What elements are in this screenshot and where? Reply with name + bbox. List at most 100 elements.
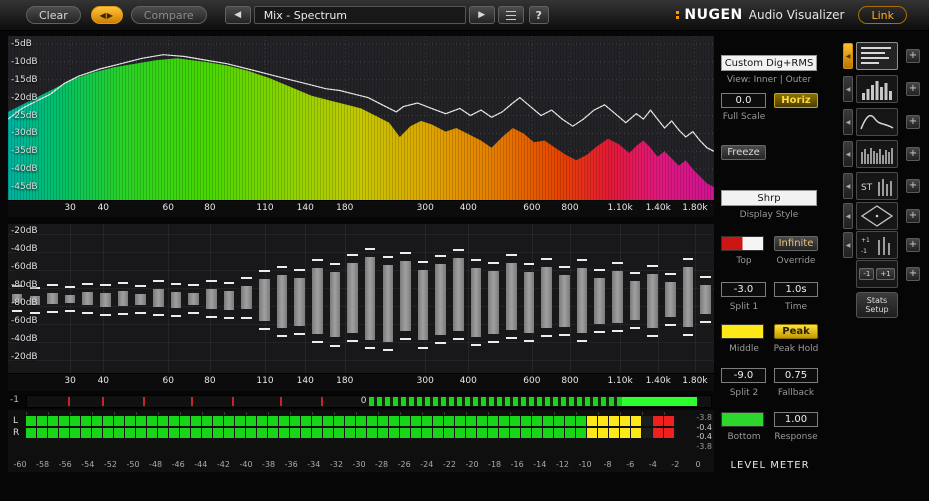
st-label: ST xyxy=(861,183,873,193)
link-button[interactable]: Link xyxy=(858,6,907,24)
range-min-dash xyxy=(82,312,94,315)
slot1-thumbnail-button[interactable] xyxy=(856,42,898,70)
slot4-add-button[interactable]: + xyxy=(906,147,920,161)
meter-block xyxy=(70,428,80,438)
meter-block xyxy=(213,428,223,438)
meter-block xyxy=(235,428,245,438)
histogram-display[interactable]: -20dB -40dB -60dB -80dB -80dB -60dB -40dB -20dB… xyxy=(8,224,714,391)
meter-block xyxy=(334,428,344,438)
freq-tick-label: 80 xyxy=(204,376,216,386)
compare-button[interactable]: Compare xyxy=(130,6,207,24)
level-meter-display[interactable]: L R -3.8 -0.4 -0.4 -3.8 -60 -58 -56 -54 -52 -50-… xyxy=(8,410,714,472)
previous-preset-button[interactable]: ◀ xyxy=(224,6,251,24)
view-mode-toggle[interactable]: View: Inner | Outer xyxy=(718,75,820,85)
preset-selector[interactable]: Mix - Spectrum xyxy=(253,6,466,24)
scale-tick-label: -56 xyxy=(58,460,72,469)
top-color-swatch[interactable] xyxy=(721,236,764,251)
slot8-add-button[interactable]: + xyxy=(906,267,920,281)
range-min-dash xyxy=(364,346,376,349)
histogram-bar xyxy=(382,265,394,343)
histogram-bar xyxy=(276,274,288,329)
slot3-add-button[interactable]: + xyxy=(906,115,920,129)
split1-field[interactable]: -3.0 xyxy=(721,282,766,297)
slot7-add-button[interactable]: + xyxy=(906,238,920,252)
time-field[interactable]: 1.0s xyxy=(774,282,818,297)
split2-field[interactable]: -9.0 xyxy=(721,368,766,383)
histogram-bar xyxy=(153,289,164,308)
scale-mode-select[interactable]: Custom Dig+RMS xyxy=(721,55,817,71)
middle-color-swatch[interactable] xyxy=(721,324,764,339)
slot1-add-button[interactable]: + xyxy=(906,49,920,63)
bottom-color-swatch[interactable] xyxy=(721,412,764,427)
display-slot-6: ◀ + xyxy=(840,202,928,230)
freq-tick-label: 400 xyxy=(459,376,477,386)
spectrum-display[interactable]: -5dB -10dB -15dB -20dB -25dB -30dB -35dB -40dB -… xyxy=(8,36,714,217)
slot6-add-button[interactable]: + xyxy=(906,209,920,223)
meter-block xyxy=(246,428,256,438)
correlation-meter[interactable]: -1 0 xyxy=(8,393,714,408)
slot5-thumbnail-button[interactable]: ST xyxy=(856,172,898,200)
meter-ticks xyxy=(26,412,676,415)
range-max-dash xyxy=(153,280,164,283)
slot6-thumbnail-button[interactable] xyxy=(856,202,898,230)
fallback-field[interactable]: 0.75 xyxy=(774,368,818,383)
range-max-dash xyxy=(700,276,711,278)
display-style-select[interactable]: Shrp xyxy=(721,190,817,206)
infinite-button[interactable]: Infinite xyxy=(774,236,818,251)
slot2-expand-button[interactable]: ◀ xyxy=(843,76,853,102)
slot7-expand-button[interactable]: ◀ xyxy=(843,232,853,258)
meter-block xyxy=(466,428,476,438)
slot2-thumbnail-button[interactable] xyxy=(856,75,898,103)
meter-block xyxy=(235,416,245,426)
slot3-thumbnail-button[interactable] xyxy=(856,108,898,136)
slot5-expand-button[interactable]: ◀ xyxy=(843,173,853,199)
slot5-add-button[interactable]: + xyxy=(906,179,920,193)
slot3-expand-button[interactable]: ◀ xyxy=(843,109,853,135)
ab-swap-button[interactable]: ◀▶ xyxy=(90,6,123,24)
gridline xyxy=(8,360,714,361)
freeze-button[interactable]: Freeze xyxy=(721,145,766,160)
full-scale-field[interactable]: 0.0 xyxy=(721,93,766,108)
plus-one-button[interactable]: +1 xyxy=(876,268,895,280)
range-min-dash xyxy=(629,327,641,329)
scale-tick-label: -38 xyxy=(262,460,276,469)
slot4-thumbnail-button[interactable] xyxy=(856,140,898,168)
correlation-red-tick xyxy=(280,397,283,406)
meter-block xyxy=(532,416,542,426)
freq-tick-label: 1.40k xyxy=(645,376,671,386)
meter-block xyxy=(103,428,113,438)
range-min-dash xyxy=(453,338,464,341)
play-button[interactable]: ▶ xyxy=(468,6,495,24)
range-max-dash xyxy=(294,269,305,271)
meter-block xyxy=(411,428,421,438)
slot6-expand-button[interactable]: ◀ xyxy=(843,203,853,229)
minus-one-button[interactable]: -1 xyxy=(859,268,875,280)
meter-block xyxy=(191,428,201,438)
range-min-dash xyxy=(435,342,447,345)
display-slot-4: ◀ + xyxy=(840,140,928,168)
slot2-add-button[interactable]: + xyxy=(906,82,920,96)
meter-block xyxy=(422,416,432,426)
meter-block xyxy=(620,416,630,426)
response-field[interactable]: 1.00 xyxy=(774,412,818,427)
freq-tick-label: 1.80k xyxy=(682,376,708,386)
meter-block xyxy=(587,428,597,438)
meter-block xyxy=(433,416,443,426)
clear-button[interactable]: Clear xyxy=(26,6,81,24)
db-tick-label: -40dB xyxy=(11,244,38,254)
slot1-expand-button[interactable]: ◀ xyxy=(843,43,853,69)
scale-tick-label: -60 xyxy=(13,460,27,469)
slot7-thumbnail-button[interactable]: +1 -1 xyxy=(856,231,898,259)
peak-hold-mode-button[interactable]: Peak xyxy=(774,324,818,339)
histogram-bar xyxy=(453,258,464,332)
freq-tick-label: 1.80k xyxy=(682,203,708,213)
playlist-button[interactable] xyxy=(497,6,524,24)
help-button[interactable]: ? xyxy=(528,6,549,24)
slot8-thumbnail-button[interactable]: -1 +1 xyxy=(856,260,898,288)
range-min-dash xyxy=(594,331,605,334)
horiz-toggle-button[interactable]: Horiz xyxy=(774,93,818,108)
stats-setup-button[interactable]: Stats Setup xyxy=(856,292,898,318)
scale-tick-label: -10 xyxy=(578,460,592,469)
histogram-bar xyxy=(559,275,570,327)
slot4-expand-button[interactable]: ◀ xyxy=(843,141,853,167)
